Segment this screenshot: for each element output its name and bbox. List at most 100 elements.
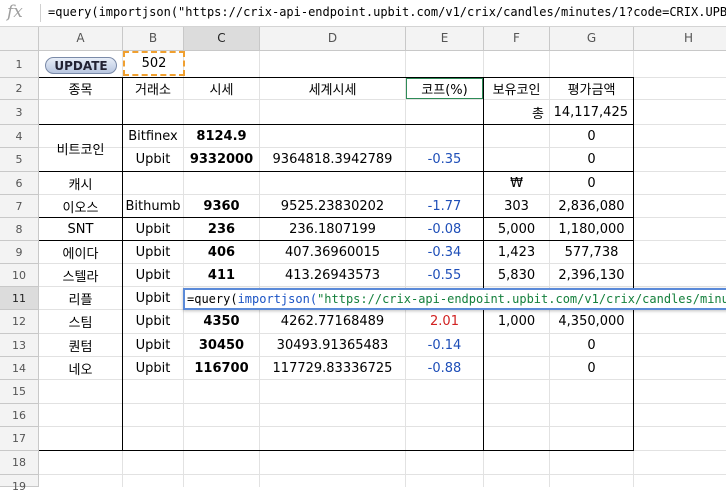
cell-f7: 303 xyxy=(504,198,529,214)
cell-e9: -0.34 xyxy=(427,244,462,260)
cell-a8: SNT xyxy=(67,221,94,237)
cell-e13: -0.14 xyxy=(427,337,462,353)
cell-b8: Upbit xyxy=(135,221,171,237)
cell-b1[interactable]: 502 xyxy=(123,51,185,76)
header-exchange: 거래소 xyxy=(135,83,171,98)
row-header-14[interactable]: 14 xyxy=(0,357,39,380)
cell-a14: 네오 xyxy=(68,363,93,378)
row-header-1[interactable]: 1 xyxy=(0,51,39,78)
cell-g8: 1,180,000 xyxy=(558,221,625,237)
cell-b9: Upbit xyxy=(135,244,171,260)
cell-a10: 스텔라 xyxy=(62,269,99,285)
column-header-c[interactable]: C xyxy=(184,27,260,51)
header-valuation: 평가금액 xyxy=(567,83,616,98)
cell-d13: 30493.91365483 xyxy=(276,337,389,353)
cell-d7: 9525.23830202 xyxy=(280,198,385,214)
cell-f12: 1,000 xyxy=(497,314,536,329)
cell-g9: 577,738 xyxy=(564,244,619,260)
formula-bar: fx =query(importjson("https://crix-api-e… xyxy=(0,0,726,27)
cell-c14: 116700 xyxy=(194,361,249,376)
cell-c5: 9332000 xyxy=(189,152,254,167)
row-header-8[interactable]: 8 xyxy=(0,218,39,241)
row-header-5[interactable]: 5 xyxy=(0,148,39,172)
row-header-3[interactable]: 3 xyxy=(0,100,39,125)
row-header-2[interactable]: 2 xyxy=(0,78,39,100)
cell-bitcoin-name: 비트코인 xyxy=(56,142,105,158)
cell-e5: -0.35 xyxy=(427,152,462,167)
cell-e7: -1.77 xyxy=(427,198,462,214)
column-header-a[interactable]: A xyxy=(39,27,123,51)
header-premium: 코프(%) xyxy=(421,83,468,98)
cell-g14: 0 xyxy=(587,361,596,376)
cell-a11: 리플 xyxy=(68,292,93,308)
cell-f8: 5,000 xyxy=(497,221,536,237)
cell-a7: 이오스 xyxy=(62,200,99,216)
row-header-17[interactable]: 17 xyxy=(0,427,39,451)
cell-editor[interactable]: =query(importjson("https://crix-api-endp… xyxy=(183,288,726,310)
row-header-6[interactable]: 6 xyxy=(0,172,39,195)
row-header-4[interactable]: 4 xyxy=(0,125,39,148)
cell-g13: 0 xyxy=(587,337,596,353)
cell-b11: Upbit xyxy=(135,290,171,306)
column-header-e[interactable]: E xyxy=(406,27,484,51)
cell-d8: 236.1807199 xyxy=(289,221,376,237)
cell-b13: Upbit xyxy=(135,337,171,353)
cell-b12: Upbit xyxy=(135,314,171,329)
column-header-b[interactable]: B xyxy=(123,27,184,51)
row-header-9[interactable]: 9 xyxy=(0,241,39,264)
row-header-13[interactable]: 13 xyxy=(0,334,39,357)
cell-d9: 407.36960015 xyxy=(284,244,381,260)
cell-c13: 30450 xyxy=(198,337,245,353)
cell-b4: Bitfinex xyxy=(128,128,178,144)
cell-f14 xyxy=(484,357,549,380)
cell-g5: 0 xyxy=(587,152,596,167)
row-header-7[interactable]: 7 xyxy=(0,195,39,218)
cell-g12: 4,350,000 xyxy=(558,314,625,329)
cell-f9: 1,423 xyxy=(497,244,536,260)
cell-c9: 406 xyxy=(207,244,236,260)
cell-e10: -0.55 xyxy=(427,267,462,283)
row-header-10[interactable]: 10 xyxy=(0,264,39,287)
row-header-18[interactable]: 18 xyxy=(0,451,39,475)
cell-g10: 2,396,130 xyxy=(558,267,625,283)
row-header-16[interactable]: 16 xyxy=(0,404,39,427)
row-header-11[interactable]: 11 xyxy=(0,287,39,310)
cell-a9: 에이다 xyxy=(62,246,99,262)
column-header-d[interactable]: D xyxy=(260,27,406,51)
column-header-g[interactable]: G xyxy=(550,27,634,51)
cell-g7: 2,836,080 xyxy=(558,198,625,214)
formula-bar-divider xyxy=(40,4,41,22)
cell-d14: 117729.83336725 xyxy=(272,361,393,376)
row-header-15[interactable]: 15 xyxy=(0,380,39,404)
cell-d5: 9364818.3942789 xyxy=(272,152,393,167)
fx-icon: fx xyxy=(7,2,23,22)
cell-d12: 4262.77168489 xyxy=(280,314,385,329)
won-icon: ₩ xyxy=(510,175,523,191)
cell-b10: Upbit xyxy=(135,267,171,283)
cell-c12: 4350 xyxy=(203,314,240,329)
select-all-corner[interactable] xyxy=(0,27,39,51)
cell-b7: Bithumb xyxy=(125,198,181,214)
cell-cash-name: 캐시 xyxy=(68,177,93,193)
header-holdings: 보유코인 xyxy=(492,83,541,98)
sheet-grid[interactable]: UPDATE 502 종목 거래소 시세 세계시세 코프(%) 보유코인 평가금… xyxy=(39,51,726,487)
row-header-19[interactable]: 19 xyxy=(0,475,39,493)
cell-c8: 236 xyxy=(207,221,236,237)
header-world-price: 세계시세 xyxy=(308,83,357,98)
header-stock: 종목 xyxy=(68,83,93,98)
column-header-h[interactable]: H xyxy=(634,27,726,51)
cell-g4: 0 xyxy=(587,128,596,144)
cell-e12: 2.01 xyxy=(430,314,459,329)
cell-e8: -0.08 xyxy=(427,221,462,237)
header-price: 시세 xyxy=(209,83,234,98)
formula-input[interactable]: =query(importjson("https://crix-api-endp… xyxy=(48,5,726,23)
row-header-12[interactable]: 12 xyxy=(0,310,39,334)
cell-g6: 0 xyxy=(587,175,596,191)
cell-b14: Upbit xyxy=(135,361,171,376)
column-header-f[interactable]: F xyxy=(484,27,550,51)
cell-c7: 9360 xyxy=(203,198,240,214)
cell-f10: 5,830 xyxy=(497,267,536,283)
cell-d10: 413.26943573 xyxy=(284,267,381,283)
cell-a12: 스팀 xyxy=(68,316,93,331)
update-button[interactable]: UPDATE xyxy=(45,57,117,74)
